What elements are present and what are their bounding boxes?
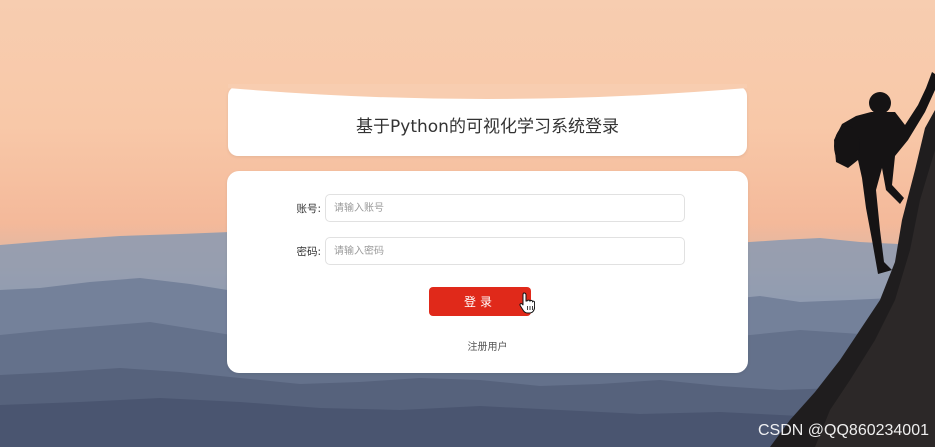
- hand-pointer-icon: [519, 292, 535, 314]
- login-form: 账号: 密码: 登录 注册用户: [227, 171, 748, 373]
- login-button[interactable]: 登录: [429, 287, 531, 316]
- title-card-curve: [228, 84, 747, 99]
- username-input[interactable]: [325, 194, 685, 222]
- watermark-text: CSDN @QQ860234001: [758, 422, 929, 439]
- password-row: 密码:: [227, 236, 748, 266]
- password-label: 密码:: [296, 245, 321, 258]
- title-card: 基于Python的可视化学习系统登录: [228, 84, 747, 156]
- password-input[interactable]: [325, 237, 685, 265]
- page-title: 基于Python的可视化学习系统登录: [356, 116, 619, 137]
- register-link[interactable]: 注册用户: [227, 338, 748, 353]
- username-row: 账号:: [227, 193, 748, 223]
- username-label: 账号:: [296, 202, 321, 215]
